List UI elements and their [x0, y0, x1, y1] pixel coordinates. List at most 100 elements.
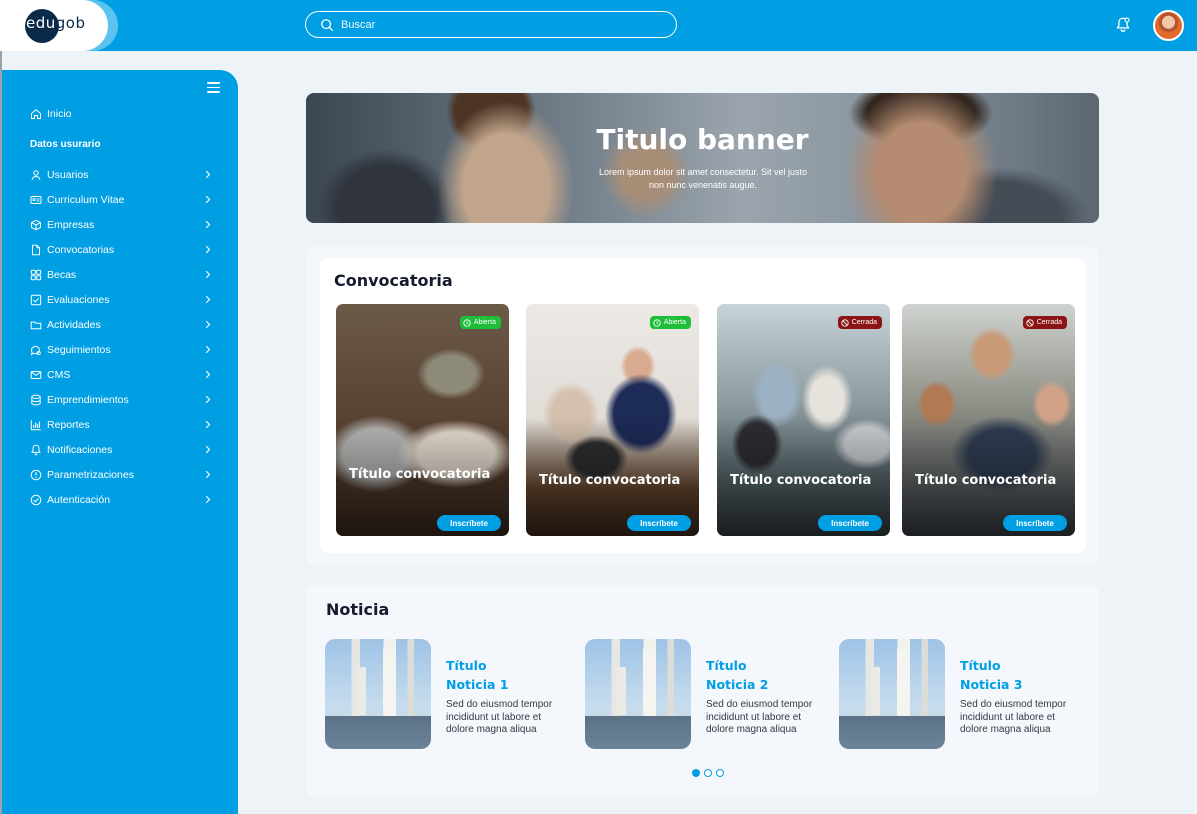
- status-label: Abierta: [473, 319, 496, 326]
- sidebar: Inicio Datos usurario Usuarios Curriculum…: [2, 70, 238, 814]
- logo-text-edu: edu: [26, 14, 56, 32]
- news-body: Sed do eiusmod tempor incididunt ut labo…: [446, 699, 553, 735]
- sidebar-item-label: Emprendimientos: [47, 393, 129, 406]
- carousel-dot[interactable]: [716, 769, 724, 777]
- news-image[interactable]: [325, 639, 431, 749]
- logo-pill[interactable]: edugob: [0, 0, 108, 51]
- clock-icon: [653, 318, 661, 327]
- sidebar-item-label: Parametrizaciones: [47, 468, 134, 481]
- inscribete-button[interactable]: Inscríbete: [818, 515, 882, 531]
- chevron-right-icon: [205, 170, 211, 179]
- chevron-right-icon: [205, 495, 211, 504]
- news-image[interactable]: [585, 639, 691, 749]
- mail-icon: [30, 370, 42, 379]
- convocatoria-card-title: Título convocatoria: [915, 473, 1057, 488]
- news-image[interactable]: [839, 639, 945, 749]
- chevron-right-icon: [205, 370, 211, 379]
- database-icon: [31, 394, 41, 405]
- sidebar-item-autenticaci-n[interactable]: Autenticación: [30, 487, 215, 512]
- hamburger-menu-icon[interactable]: [207, 82, 220, 93]
- banner-subtitle: Lorem ipsum dolor sit amet consectetur. …: [598, 167, 808, 190]
- carousel-dot[interactable]: [704, 769, 712, 777]
- carousel-dot[interactable]: [692, 769, 700, 777]
- news-title-line: Noticia 2: [706, 677, 769, 692]
- sidebar-item-label: Inicio: [47, 107, 72, 120]
- sidebar-item-empresas[interactable]: Empresas: [30, 212, 215, 237]
- convocatoria-card-title: Título convocatoria: [730, 473, 872, 488]
- chevron-right-icon: [205, 470, 211, 479]
- news-title[interactable]: Título Noticia 2: [706, 656, 826, 694]
- id-card-icon: [30, 195, 42, 204]
- blocked-icon: [841, 318, 849, 327]
- convocatoria-card[interactable]: Cerrada Título convocatoria Inscríbete: [717, 304, 890, 536]
- sidebar-item-notificaciones[interactable]: Notificaciones: [30, 437, 215, 462]
- chevron-right-icon: [205, 220, 211, 229]
- chart-icon: [30, 419, 41, 430]
- sidebar-item-inicio[interactable]: Inicio: [30, 100, 215, 127]
- noticia-title: Noticia: [326, 600, 390, 619]
- carousel-dots: [692, 769, 728, 777]
- sidebar-nav: Inicio Datos usurario Usuarios Curriculum…: [30, 100, 215, 512]
- status-label: Cerrada: [851, 319, 877, 326]
- chevron-right-icon: [205, 195, 211, 204]
- sidebar-item-label: Reportes: [47, 418, 90, 431]
- sidebar-item-actividades[interactable]: Actividades: [30, 312, 215, 337]
- news-body: Sed do eiusmod tempor incididunt ut labo…: [960, 699, 1067, 735]
- banner-title: Titulo banner: [596, 123, 809, 156]
- chevron-right-icon: [205, 395, 211, 404]
- inscribete-button[interactable]: Inscríbete: [437, 515, 501, 531]
- status-badge: Abierta: [459, 316, 501, 329]
- sidebar-section-title: Datos usurario: [30, 139, 101, 150]
- chevron-right-icon: [205, 245, 211, 254]
- status-badge: Cerrada: [1022, 316, 1067, 329]
- sidebar-item-parametrizaciones[interactable]: Parametrizaciones: [30, 462, 215, 487]
- clock-icon: [463, 318, 471, 327]
- sidebar-item-label: Curriculum Vitae: [47, 193, 125, 206]
- convocatoria-card[interactable]: Cerrada Título convocatoria Inscríbete: [902, 304, 1075, 536]
- search-bar[interactable]: [305, 11, 677, 38]
- sidebar-item-label: Becas: [47, 268, 77, 281]
- bell-icon: [31, 444, 41, 455]
- convocatoria-card[interactable]: Abierta Título convocatoria Inscríbete: [526, 304, 699, 536]
- status-badge: Cerrada: [837, 316, 882, 329]
- chevron-right-icon: [205, 270, 211, 279]
- news-title-line: Título: [706, 658, 747, 673]
- news-title[interactable]: Título Noticia 3: [960, 656, 1080, 694]
- sidebar-item-usuarios[interactable]: Usuarios: [30, 162, 215, 187]
- sidebar-item-label: Empresas: [47, 218, 95, 231]
- logo-container: edugob: [0, 0, 118, 51]
- chat-icon: [30, 345, 41, 356]
- inscribete-button[interactable]: Inscríbete: [627, 515, 691, 531]
- checkbox-icon: [30, 294, 42, 305]
- news-title-line: Título: [446, 658, 487, 673]
- home-icon: [31, 108, 41, 119]
- hero-banner: Titulo banner Lorem ipsum dolor sit amet…: [306, 93, 1099, 223]
- document-icon: [32, 244, 40, 255]
- convocatoria-card[interactable]: Abierta Título convocatoria Inscríbete: [336, 304, 509, 536]
- sidebar-item-cms[interactable]: CMS: [30, 362, 215, 387]
- sidebar-item-label: Evaluaciones: [47, 293, 110, 306]
- notification-bell-icon[interactable]: [1114, 16, 1132, 34]
- sidebar-item-seguimientos[interactable]: Seguimientos: [30, 337, 215, 362]
- sidebar-item-label: Actividades: [47, 318, 101, 331]
- chevron-right-icon: [205, 445, 211, 454]
- sidebar-item-convocatorias[interactable]: Convocatorias: [30, 237, 215, 262]
- check-circle-icon: [30, 494, 42, 505]
- search-input[interactable]: [341, 18, 641, 31]
- sidebar-item-label: Convocatorias: [47, 243, 115, 256]
- user-avatar[interactable]: [1153, 10, 1184, 41]
- box-icon: [31, 219, 41, 230]
- chevron-right-icon: [205, 420, 211, 429]
- sidebar-item-label: Notificaciones: [47, 443, 113, 456]
- inscribete-button[interactable]: Inscríbete: [1003, 515, 1067, 531]
- news-title[interactable]: Título Noticia 1: [446, 656, 566, 694]
- sidebar-item-evaluaciones[interactable]: Evaluaciones: [30, 287, 215, 312]
- top-bar: edugob: [0, 0, 1197, 51]
- sidebar-item-becas[interactable]: Becas: [30, 262, 215, 287]
- sidebar-item-curriculum-vitae[interactable]: Curriculum Vitae: [30, 187, 215, 212]
- sidebar-item-emprendimientos[interactable]: Emprendimientos: [30, 387, 215, 412]
- folder-icon: [30, 321, 42, 329]
- sidebar-item-label: Autenticación: [47, 493, 111, 506]
- chevron-right-icon: [205, 345, 211, 354]
- sidebar-item-reportes[interactable]: Reportes: [30, 412, 215, 437]
